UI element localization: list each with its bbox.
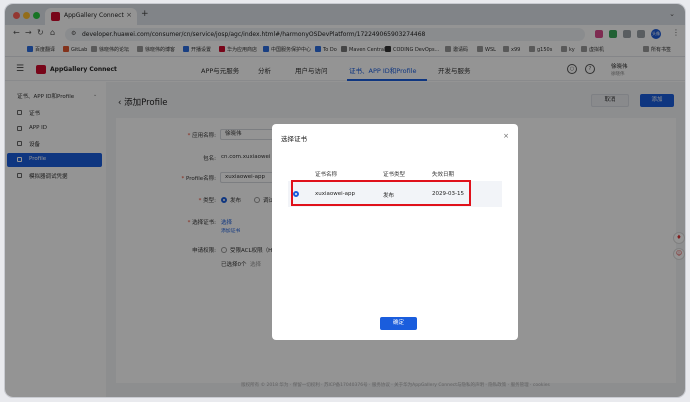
column-header-name: 证书名称 bbox=[315, 172, 338, 178]
select-certificate-dialog: 选择证书 × 证书名称 证书类型 失效日期 xuxiaowei-app 发布 2… bbox=[272, 124, 518, 340]
close-icon[interactable]: × bbox=[503, 132, 509, 140]
dialog-title: 选择证书 bbox=[281, 135, 307, 143]
column-header-type: 证书类型 bbox=[383, 172, 406, 178]
browser-window: AppGallery Connect × + ⌄ ← → ↻ ⌂ ⚙ devel… bbox=[5, 4, 685, 397]
column-header-expiry: 失效日期 bbox=[432, 172, 455, 178]
highlight-annotation bbox=[291, 180, 471, 206]
confirm-button[interactable]: 确定 bbox=[380, 317, 417, 330]
